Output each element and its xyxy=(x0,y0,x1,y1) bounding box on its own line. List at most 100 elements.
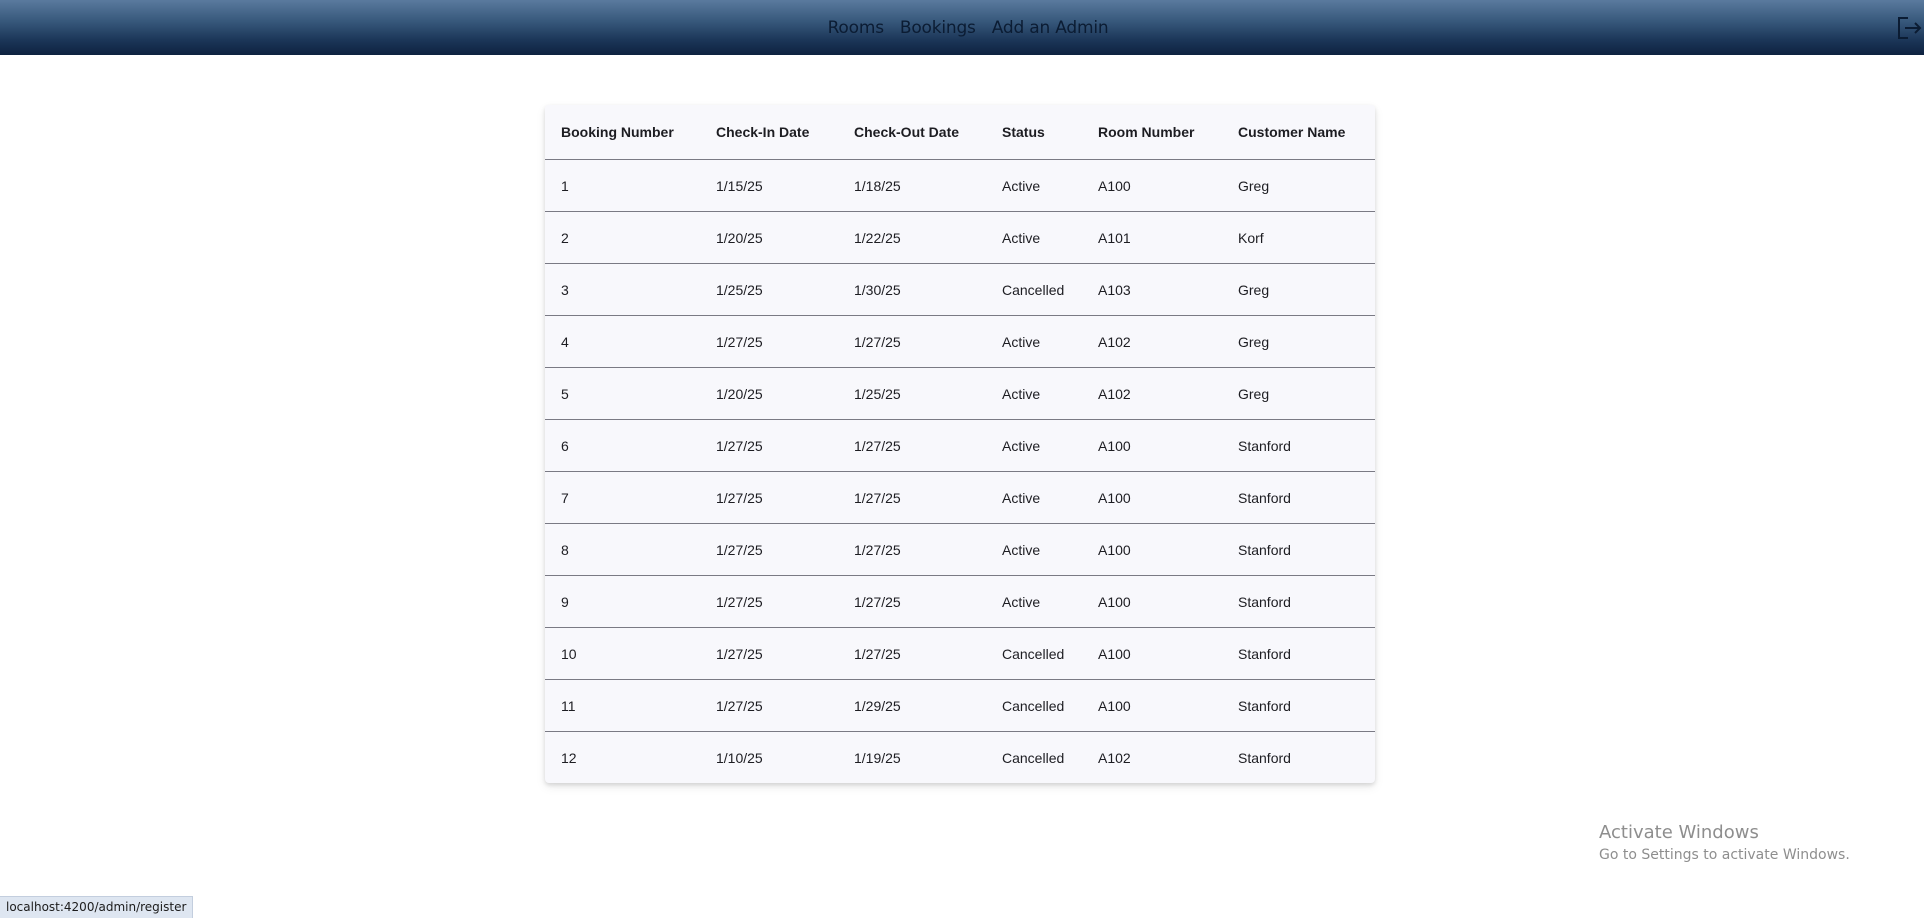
cell-booking-number: 1 xyxy=(545,159,700,212)
cell-customer-name: Stanford xyxy=(1222,523,1375,576)
header-check-out-date: Check-Out Date xyxy=(838,105,986,160)
cell-customer-name: Stanford xyxy=(1222,471,1375,524)
cell-booking-number: 10 xyxy=(545,627,700,680)
table-row: 10 1/27/25 1/27/25 Cancelled A100 Stanford xyxy=(545,627,1375,680)
cell-booking-number: 7 xyxy=(545,471,700,524)
cell-check-out-date: 1/30/25 xyxy=(838,263,986,316)
cell-check-in-date: 1/27/25 xyxy=(700,575,838,628)
cell-status: Cancelled xyxy=(1002,749,1065,766)
cell-room-number: A100 xyxy=(1082,471,1222,524)
cell-check-in-date: 1/27/25 xyxy=(700,315,838,368)
cell-check-in-date: 1/15/25 xyxy=(700,159,838,212)
cell-check-out-date: 1/27/25 xyxy=(838,471,986,524)
cell-room-number: A100 xyxy=(1082,627,1222,680)
cell-customer-name: Greg xyxy=(1222,315,1375,368)
nav-menu: Rooms Bookings Add an Admin xyxy=(0,0,1924,55)
cell-status: Active xyxy=(986,471,1082,524)
cell-check-in-date: 1/20/25 xyxy=(700,211,838,264)
activate-windows-watermark: Activate Windows Go to Settings to activ… xyxy=(1599,822,1850,863)
cell-status: Active xyxy=(986,159,1082,212)
header-status: Status xyxy=(986,105,1082,160)
cell-check-in-date: 1/27/25 xyxy=(700,523,838,576)
cell-booking-number: 5 xyxy=(545,367,700,420)
cell-status: Active xyxy=(986,419,1082,472)
watermark-title: Activate Windows xyxy=(1599,822,1759,843)
cell-customer-name: Stanford xyxy=(1222,419,1375,472)
cell-check-out-date: 1/25/25 xyxy=(838,367,986,420)
table-row: 5 1/20/25 1/25/25 Active A102 Greg xyxy=(545,367,1375,420)
cell-check-in-date: 1/27/25 xyxy=(700,679,838,732)
cell-status: Active xyxy=(986,315,1082,368)
bookings-table: Booking Number Check-In Date Check-Out D… xyxy=(545,105,1375,783)
cell-booking-number: 11 xyxy=(545,679,700,732)
nav-add-admin-link[interactable]: Add an Admin xyxy=(992,18,1109,38)
cell-customer-name: Stanford xyxy=(1222,627,1375,680)
table-row: 1 1/15/25 1/18/25 Active A100 Greg xyxy=(545,159,1375,212)
cell-status: Cancelled xyxy=(986,679,1082,732)
logout-icon[interactable] xyxy=(1896,15,1924,41)
table-row: 3 1/25/25 1/30/25 Cancelled A103 Greg xyxy=(545,263,1375,316)
table-row: 8 1/27/25 1/27/25 Active A100 Stanford xyxy=(545,523,1375,576)
watermark-subtitle: Go to Settings to activate Windows. xyxy=(1599,847,1850,863)
cell-check-out-date: 1/22/25 xyxy=(838,211,986,264)
cell-room-number: A101 xyxy=(1082,211,1222,264)
nav-bookings-link[interactable]: Bookings xyxy=(900,18,976,38)
cell-customer-name: Stanford xyxy=(1238,749,1291,766)
cell-check-out-date: 1/27/25 xyxy=(838,575,986,628)
nav-rooms-link[interactable]: Rooms xyxy=(828,18,884,38)
table-header-row: Booking Number Check-In Date Check-Out D… xyxy=(545,105,1375,160)
header-customer-name: Customer Name xyxy=(1222,105,1375,160)
cell-customer-name: Stanford xyxy=(1222,575,1375,628)
cell-status: Active xyxy=(986,523,1082,576)
table-row: 11 1/27/25 1/29/25 Cancelled A100 Stanford xyxy=(545,679,1375,732)
cell-check-out-date: 1/29/25 xyxy=(838,679,986,732)
cell-booking-number: 2 xyxy=(545,211,700,264)
cell-customer-name: Greg xyxy=(1222,263,1375,316)
cell-check-in-date: 1/10/25 xyxy=(716,749,763,766)
cell-room-number: A102 xyxy=(1082,315,1222,368)
cell-booking-number: 8 xyxy=(545,523,700,576)
cell-booking-number: 4 xyxy=(545,315,700,368)
cell-status: Active xyxy=(986,575,1082,628)
cell-room-number: A100 xyxy=(1082,575,1222,628)
cell-check-in-date: 1/20/25 xyxy=(700,367,838,420)
cell-status: Active xyxy=(986,367,1082,420)
cell-check-in-date: 1/27/25 xyxy=(700,419,838,472)
table-row: 7 1/27/25 1/27/25 Active A100 Stanford xyxy=(545,471,1375,524)
top-nav-bar: Rooms Bookings Add an Admin xyxy=(0,0,1924,55)
header-check-in-date: Check-In Date xyxy=(700,105,838,160)
table-row: 2 1/20/25 1/22/25 Active A101 Korf xyxy=(545,211,1375,264)
cell-status: Cancelled xyxy=(986,263,1082,316)
cell-room-number: A100 xyxy=(1082,159,1222,212)
cell-check-out-date: 1/27/25 xyxy=(838,315,986,368)
cell-check-out-date: 1/18/25 xyxy=(838,159,986,212)
table-body: 1 1/15/25 1/18/25 Active A100 Greg 2 1/20/25 1/2… xyxy=(545,159,1375,784)
table-row: 6 1/27/25 1/27/25 Active A100 Stanford xyxy=(545,419,1375,472)
cell-room-number: A102 xyxy=(1098,749,1131,766)
cell-room-number: A100 xyxy=(1082,679,1222,732)
cell-room-number: A100 xyxy=(1082,419,1222,472)
cell-customer-name: Stanford xyxy=(1222,679,1375,732)
cell-booking-number: 9 xyxy=(545,575,700,628)
cell-check-in-date: 1/27/25 xyxy=(700,471,838,524)
cell-check-in-date: 1/27/25 xyxy=(700,627,838,680)
header-booking-number: Booking Number xyxy=(545,105,700,160)
cell-customer-name: Greg xyxy=(1222,367,1375,420)
cell-room-number: A100 xyxy=(1082,523,1222,576)
table-row: 4 1/27/25 1/27/25 Active A102 Greg xyxy=(545,315,1375,368)
table-row: 12 1/10/25 1/19/25 Cancelled A102 Stanford xyxy=(545,732,1375,784)
cell-room-number: A102 xyxy=(1082,367,1222,420)
cell-status: Cancelled xyxy=(986,627,1082,680)
header-room-number: Room Number xyxy=(1082,105,1222,160)
cell-check-out-date: 1/27/25 xyxy=(838,627,986,680)
bookings-table-card: Booking Number Check-In Date Check-Out D… xyxy=(545,105,1375,783)
status-bar-url: localhost:4200/admin/register xyxy=(0,896,194,918)
cell-booking-number: 6 xyxy=(545,419,700,472)
cell-room-number: A103 xyxy=(1082,263,1222,316)
cell-customer-name: Greg xyxy=(1222,159,1375,212)
cell-check-out-date: 1/27/25 xyxy=(838,523,986,576)
cell-customer-name: Korf xyxy=(1222,211,1375,264)
cell-booking-number: 3 xyxy=(545,263,700,316)
cell-check-in-date: 1/25/25 xyxy=(700,263,838,316)
cell-check-out-date: 1/19/25 xyxy=(854,749,901,766)
